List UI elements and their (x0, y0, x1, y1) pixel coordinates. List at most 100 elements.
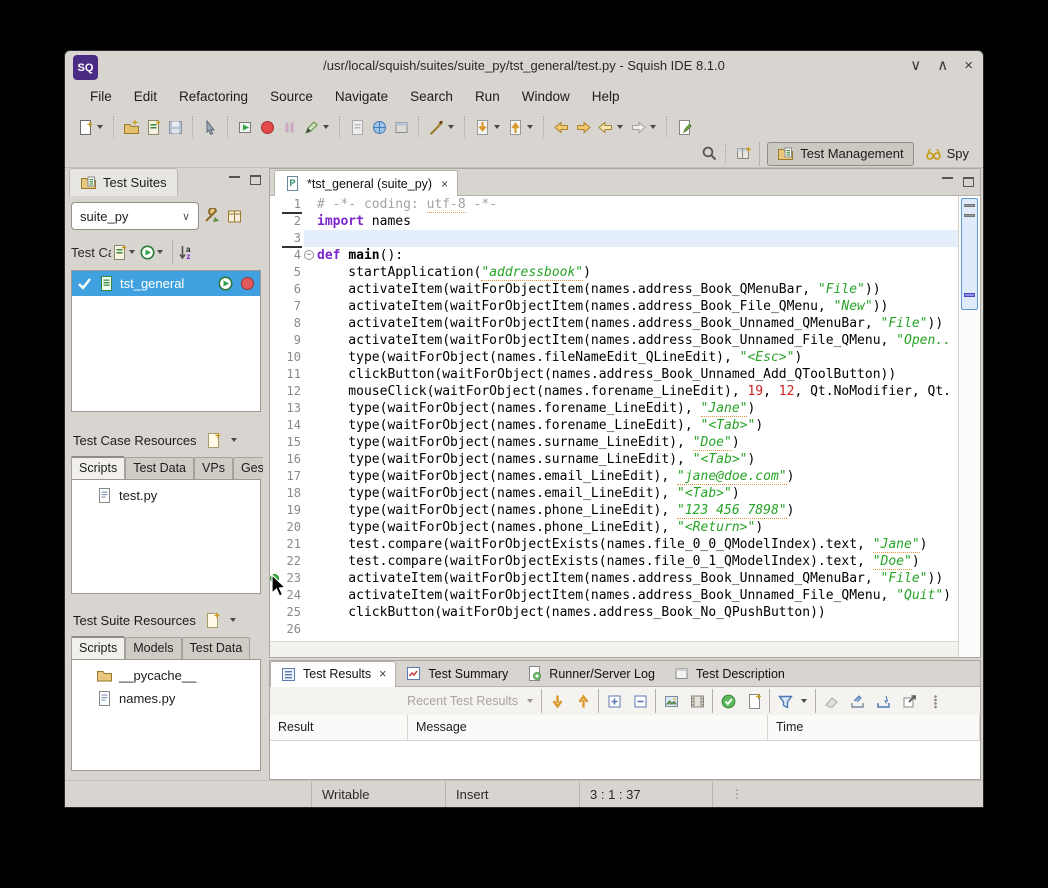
menu-item-navigate[interactable]: Navigate (324, 85, 399, 108)
code-line-17[interactable]: 17 type(waitForObject(names.email_LineEd… (270, 468, 958, 485)
fold-toggle-icon[interactable]: − (304, 247, 317, 264)
line-marker-gutter[interactable] (270, 264, 280, 281)
dropdown-arrow-icon[interactable] (527, 699, 533, 703)
forward-gold-icon[interactable] (572, 115, 594, 139)
overview-ruler[interactable] (958, 196, 980, 657)
maximize-view-icon[interactable] (250, 175, 261, 185)
pencil-icon[interactable] (300, 115, 322, 139)
code-line-15[interactable]: 15 type(waitForObject(names.surname_Line… (270, 434, 958, 451)
tab-scripts[interactable]: Scripts (71, 456, 125, 479)
last-edit-location-icon[interactable] (673, 115, 695, 139)
new-resource-icon[interactable]: + (204, 612, 221, 629)
column-header-time[interactable]: Time (768, 715, 980, 740)
tab-scripts[interactable]: Scripts (71, 636, 125, 659)
new-resource-icon[interactable]: + (205, 432, 222, 449)
tab-test-results[interactable]: Test Results× (270, 661, 396, 687)
new-report-icon[interactable]: + (743, 689, 765, 713)
code-line-9[interactable]: 9 activateItem(waitForObjectItem(names.a… (270, 332, 958, 349)
funnel-icon[interactable] (774, 689, 796, 713)
dropdown-arrow-icon[interactable] (448, 125, 454, 129)
record-test-case-icon[interactable] (239, 275, 256, 292)
tab-test-data[interactable]: Test Data (125, 457, 194, 479)
resource-test.py[interactable]: test.py (72, 484, 260, 507)
close-tab-icon[interactable]: × (441, 177, 448, 191)
dropdown-arrow-icon[interactable] (801, 699, 807, 703)
tab-gestures[interactable]: Gestures (233, 457, 263, 479)
new-test-case-icon[interactable]: + (111, 244, 128, 261)
resource-__pycache__[interactable]: __pycache__ (72, 664, 260, 687)
line-marker-gutter[interactable] (270, 349, 280, 366)
tab-vps[interactable]: VPs (194, 457, 233, 479)
code-line-23[interactable]: 23 activateItem(waitForObjectItem(names.… (270, 570, 958, 587)
collapse-all-icon[interactable] (629, 689, 651, 713)
statusbar-handle-icon[interactable]: ⋮ (731, 787, 744, 801)
step-into-icon[interactable] (471, 115, 493, 139)
eraser-icon[interactable] (820, 689, 842, 713)
run-test-icon[interactable] (234, 115, 256, 139)
tab-models[interactable]: Models (125, 637, 181, 659)
export-down-icon[interactable] (872, 689, 894, 713)
line-marker-gutter[interactable] (270, 230, 280, 247)
line-marker-gutter[interactable] (270, 400, 280, 417)
launch-icon[interactable] (425, 115, 447, 139)
code-line-25[interactable]: 25 clickButton(waitForObject(names.addre… (270, 604, 958, 621)
dropdown-arrow-icon[interactable] (231, 438, 237, 442)
code-line-12[interactable]: 12 mouseClick(waitForObject(names.forena… (270, 383, 958, 400)
menu-item-window[interactable]: Window (511, 85, 581, 108)
code-line-24[interactable]: 24 activateItem(waitForObjectItem(names.… (270, 587, 958, 604)
suite-config-columns-icon[interactable] (226, 208, 243, 225)
sort-az-icon[interactable]: az (178, 244, 195, 261)
web-browser-icon[interactable] (368, 115, 390, 139)
dropdown-arrow-icon[interactable] (97, 125, 103, 129)
view-tab-test-suites[interactable]: Test Suites (69, 168, 178, 196)
record-icon[interactable] (256, 115, 278, 139)
resource-names.py[interactable]: names.py (72, 687, 260, 710)
new-test-suite-icon[interactable]: + (120, 115, 142, 139)
code-line-22[interactable]: 22 test.compare(waitForObjectExists(name… (270, 553, 958, 570)
line-marker-gutter[interactable] (270, 366, 280, 383)
line-marker-gutter[interactable] (270, 502, 280, 519)
code-line-1[interactable]: 1# -*- coding: utf-8 -*- (270, 196, 958, 213)
recent-test-results-label[interactable]: Recent Test Results (407, 694, 518, 708)
horizontal-scrollbar[interactable] (270, 641, 958, 657)
tab-test-data[interactable]: Test Data (182, 637, 251, 659)
menu-item-source[interactable]: Source (259, 85, 324, 108)
line-marker-gutter[interactable] (270, 281, 280, 298)
line-marker-gutter[interactable] (270, 451, 280, 468)
dropdown-arrow-icon[interactable] (617, 125, 623, 129)
menu-item-help[interactable]: Help (581, 85, 631, 108)
check-green-icon[interactable] (717, 689, 739, 713)
new-wizard-icon[interactable]: + (74, 115, 96, 139)
line-marker-gutter[interactable] (270, 434, 280, 451)
film-icon[interactable] (686, 689, 708, 713)
code-line-21[interactable]: 21 test.compare(waitForObjectExists(name… (270, 536, 958, 553)
dropdown-arrow-icon[interactable] (323, 125, 329, 129)
export-up-icon[interactable] (846, 689, 868, 713)
breakpoint-marker[interactable] (270, 570, 280, 587)
edit-doc-icon[interactable] (346, 115, 368, 139)
run-test-case-icon[interactable] (217, 275, 234, 292)
window-view-icon[interactable] (390, 115, 412, 139)
dropdown-arrow-icon[interactable] (650, 125, 656, 129)
close-button[interactable]: × (964, 56, 973, 76)
line-marker-gutter[interactable] (270, 213, 280, 230)
line-marker-gutter[interactable] (270, 604, 280, 621)
dropdown-arrow-icon[interactable] (494, 125, 500, 129)
suite-settings-icon[interactable] (204, 208, 221, 225)
dropdown-arrow-icon[interactable] (527, 125, 533, 129)
minimize-view-icon[interactable] (229, 176, 240, 185)
line-marker-gutter[interactable] (270, 587, 280, 604)
code-line-18[interactable]: 18 type(waitForObject(names.email_LineEd… (270, 485, 958, 502)
line-marker-gutter[interactable] (270, 468, 280, 485)
perspective-test-management[interactable]: Test Management (767, 142, 913, 166)
line-marker-gutter[interactable] (270, 298, 280, 315)
tab-test-description[interactable]: Test Description (664, 661, 794, 687)
code-line-4[interactable]: 4−def main(): (270, 247, 958, 264)
menu-item-refactoring[interactable]: Refactoring (168, 85, 259, 108)
menu-item-run[interactable]: Run (464, 85, 511, 108)
dropdown-arrow-icon[interactable] (230, 618, 236, 622)
run-test-suite-icon[interactable] (139, 244, 156, 261)
code-line-8[interactable]: 8 activateItem(waitForObjectItem(names.a… (270, 315, 958, 332)
line-marker-gutter[interactable] (270, 519, 280, 536)
code-line-5[interactable]: 5 startApplication("addressbook") (270, 264, 958, 281)
